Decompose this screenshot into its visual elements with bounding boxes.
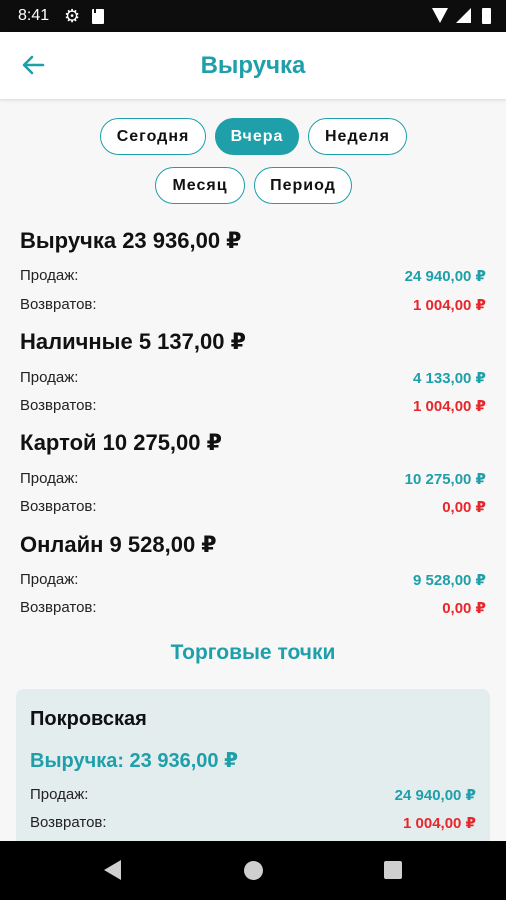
point-name: Покровская: [30, 708, 147, 730]
returns-value: 0,00 ₽: [442, 499, 486, 516]
sales-value: 4 133,00 ₽: [413, 370, 486, 387]
sales-label: Продаж:: [20, 267, 79, 284]
tab-month[interactable]: Месяц: [155, 167, 245, 204]
sales-label: Продаж:: [30, 786, 89, 803]
section-title: Выручка 23 936,00 ₽: [20, 228, 242, 253]
sales-label: Продаж:: [20, 470, 79, 487]
signal-icon: [456, 8, 471, 23]
sales-label: Продаж:: [20, 571, 79, 588]
returns-label: Возвратов:: [30, 814, 107, 831]
status-bar: 8:41 ⚙: [0, 0, 506, 32]
nav-home-icon[interactable]: [244, 861, 263, 880]
tab-today[interactable]: Сегодня: [100, 118, 206, 155]
sales-value: 9 528,00 ₽: [413, 572, 486, 589]
returns-value: 1 004,00 ₽: [413, 398, 486, 415]
returns-label: Возвратов:: [20, 296, 97, 313]
section-title: Картой 10 275,00 ₽: [20, 430, 222, 455]
sales-value: 24 940,00 ₽: [404, 268, 486, 285]
returns-value: 1 004,00 ₽: [403, 815, 476, 832]
points-section-title: Торговые точки: [170, 641, 336, 664]
status-time: 8:41: [18, 7, 50, 24]
tab-yesterday[interactable]: Вчера: [215, 118, 299, 155]
sales-value: 24 940,00 ₽: [394, 787, 476, 804]
returns-value: 1 004,00 ₽: [413, 297, 486, 314]
returns-label: Возвратов:: [20, 397, 97, 414]
page-title: Выручка: [200, 52, 306, 79]
tab-week[interactable]: Неделя: [308, 118, 407, 155]
section-title: Онлайн 9 528,00 ₽: [20, 532, 217, 557]
gear-icon: ⚙: [64, 6, 81, 26]
app-bar: Выручка: [0, 32, 506, 100]
system-nav-bar: [0, 841, 506, 900]
battery-icon: [482, 8, 491, 24]
returns-label: Возвратов:: [20, 599, 97, 616]
section-title: Наличные 5 137,00 ₽: [20, 329, 246, 354]
returns-value: 0,00 ₽: [442, 600, 486, 617]
point-revenue: Выручка: 23 936,00 ₽: [30, 750, 239, 772]
nav-recents-icon[interactable]: [384, 861, 402, 879]
nav-back-icon[interactable]: [104, 860, 121, 880]
sales-value: 10 275,00 ₽: [404, 471, 486, 488]
tab-period[interactable]: Период: [254, 167, 352, 204]
wifi-icon: [432, 8, 448, 23]
sd-card-icon: [92, 9, 106, 24]
sales-label: Продаж:: [20, 369, 79, 386]
returns-label: Возвратов:: [20, 498, 97, 515]
